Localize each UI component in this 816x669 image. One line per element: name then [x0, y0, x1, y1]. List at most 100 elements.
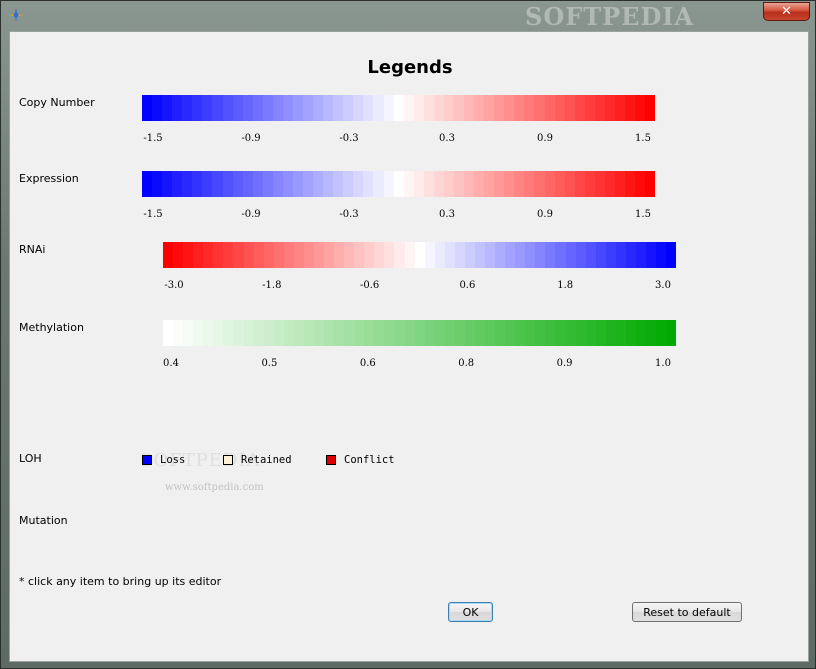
gradient-step	[333, 171, 344, 197]
gradient-step	[242, 95, 253, 121]
gradient-step	[666, 242, 677, 268]
gradient-step	[505, 320, 516, 346]
gradient-step	[243, 320, 254, 346]
loh-loss-item[interactable]: Loss	[142, 454, 185, 466]
gradient-step	[464, 95, 475, 121]
methylation-tick: 0.4	[163, 358, 179, 369]
gradient-step	[413, 95, 424, 121]
loh-conflict-item[interactable]: Conflict	[326, 454, 395, 466]
gradient-step	[223, 242, 234, 268]
conflict-label: Conflict	[344, 454, 395, 466]
rnai-tick: -3.0	[164, 280, 184, 291]
gradient-step	[192, 171, 203, 197]
expression-label[interactable]: Expression	[19, 172, 79, 185]
rnai-ticks: -3.0 -1.8 -0.6 0.6 1.8 3.0	[164, 280, 671, 294]
gradient-step	[222, 171, 233, 197]
gradient-step	[474, 242, 485, 268]
gradient-step	[534, 95, 545, 121]
methylation-gradient[interactable]	[163, 320, 677, 346]
gradient-step	[263, 320, 274, 346]
gradient-step	[172, 95, 183, 121]
gradient-step	[273, 320, 284, 346]
rnai-gradient[interactable]	[163, 242, 677, 268]
gradient-step	[584, 171, 595, 197]
copy-number-tick: -0.9	[241, 133, 261, 144]
gradient-step	[635, 95, 646, 121]
expression-ticks: -1.5 -0.9 -0.3 0.3 0.9 1.5	[143, 209, 651, 223]
gradient-step	[334, 242, 345, 268]
gradient-step	[383, 171, 394, 197]
expression-tick: 0.9	[537, 209, 553, 220]
gradient-step	[323, 171, 334, 197]
gradient-step	[625, 95, 636, 121]
gradient-step	[433, 95, 444, 121]
gradient-step	[203, 320, 214, 346]
gradient-step	[343, 171, 354, 197]
expression-gradient[interactable]	[142, 171, 656, 197]
ok-button[interactable]: OK	[448, 602, 493, 622]
gradient-step	[585, 242, 596, 268]
gradient-step	[515, 320, 526, 346]
gradient-step	[242, 171, 253, 197]
reset-to-default-button[interactable]: Reset to default	[632, 602, 742, 622]
gradient-step	[334, 320, 345, 346]
gradient-step	[534, 171, 545, 197]
gradient-step	[424, 320, 435, 346]
gradient-step	[656, 320, 667, 346]
gradient-step	[152, 95, 163, 121]
gradient-step	[364, 242, 375, 268]
gradient-step	[303, 95, 314, 121]
window-frame: SOFTPEDIA ✕ Legends SOFTPEDIA www.softpe…	[0, 0, 816, 669]
gradient-step	[142, 171, 153, 197]
gradient-step	[485, 242, 496, 268]
gradient-step	[504, 171, 515, 197]
copy-number-ticks: -1.5 -0.9 -0.3 0.3 0.9 1.5	[143, 133, 651, 147]
methylation-tick: 1.0	[655, 358, 671, 369]
softpedia-url: www.softpedia.com	[165, 482, 264, 493]
gradient-step	[313, 242, 324, 268]
gradient-step	[485, 320, 496, 346]
gradient-step	[433, 171, 444, 197]
gradient-step	[293, 320, 304, 346]
gradient-step	[232, 95, 243, 121]
gradient-step	[393, 171, 404, 197]
gradient-step	[605, 242, 616, 268]
gradient-step	[414, 242, 425, 268]
close-button[interactable]: ✕	[763, 2, 810, 21]
gradient-step	[554, 171, 565, 197]
gradient-step	[272, 95, 283, 121]
rnai-label[interactable]: RNAi	[19, 243, 45, 256]
rnai-tick: -0.6	[359, 280, 380, 291]
rnai-tick: 0.6	[459, 280, 476, 291]
methylation-label[interactable]: Methylation	[19, 321, 84, 334]
copy-number-gradient[interactable]	[142, 95, 656, 121]
rnai-tick: 3.0	[655, 280, 671, 291]
gradient-step	[474, 95, 485, 121]
gradient-step	[173, 320, 184, 346]
gradient-step	[414, 320, 425, 346]
mutation-label[interactable]: Mutation	[19, 514, 68, 527]
gradient-step	[253, 242, 264, 268]
loh-retained-item[interactable]: Retained	[223, 454, 292, 466]
gradient-step	[564, 171, 575, 197]
gradient-step	[233, 320, 244, 346]
gradient-step	[575, 242, 586, 268]
gradient-step	[464, 171, 475, 197]
expression-tick: -0.9	[241, 209, 261, 220]
gradient-step	[564, 95, 575, 121]
gradient-step	[162, 95, 173, 121]
title-bar[interactable]: SOFTPEDIA ✕	[1, 1, 816, 31]
gradient-step	[142, 95, 153, 121]
expression-tick: 1.5	[635, 209, 651, 220]
gradient-step	[595, 320, 606, 346]
gradient-step	[354, 320, 365, 346]
gradient-step	[192, 95, 203, 121]
copy-number-label[interactable]: Copy Number	[19, 96, 95, 109]
gradient-step	[394, 320, 405, 346]
gradient-step	[494, 95, 505, 121]
gradient-step	[635, 171, 646, 197]
gradient-step	[565, 320, 576, 346]
loh-label[interactable]: LOH	[19, 452, 42, 465]
gradient-step	[434, 242, 445, 268]
gradient-step	[535, 320, 546, 346]
